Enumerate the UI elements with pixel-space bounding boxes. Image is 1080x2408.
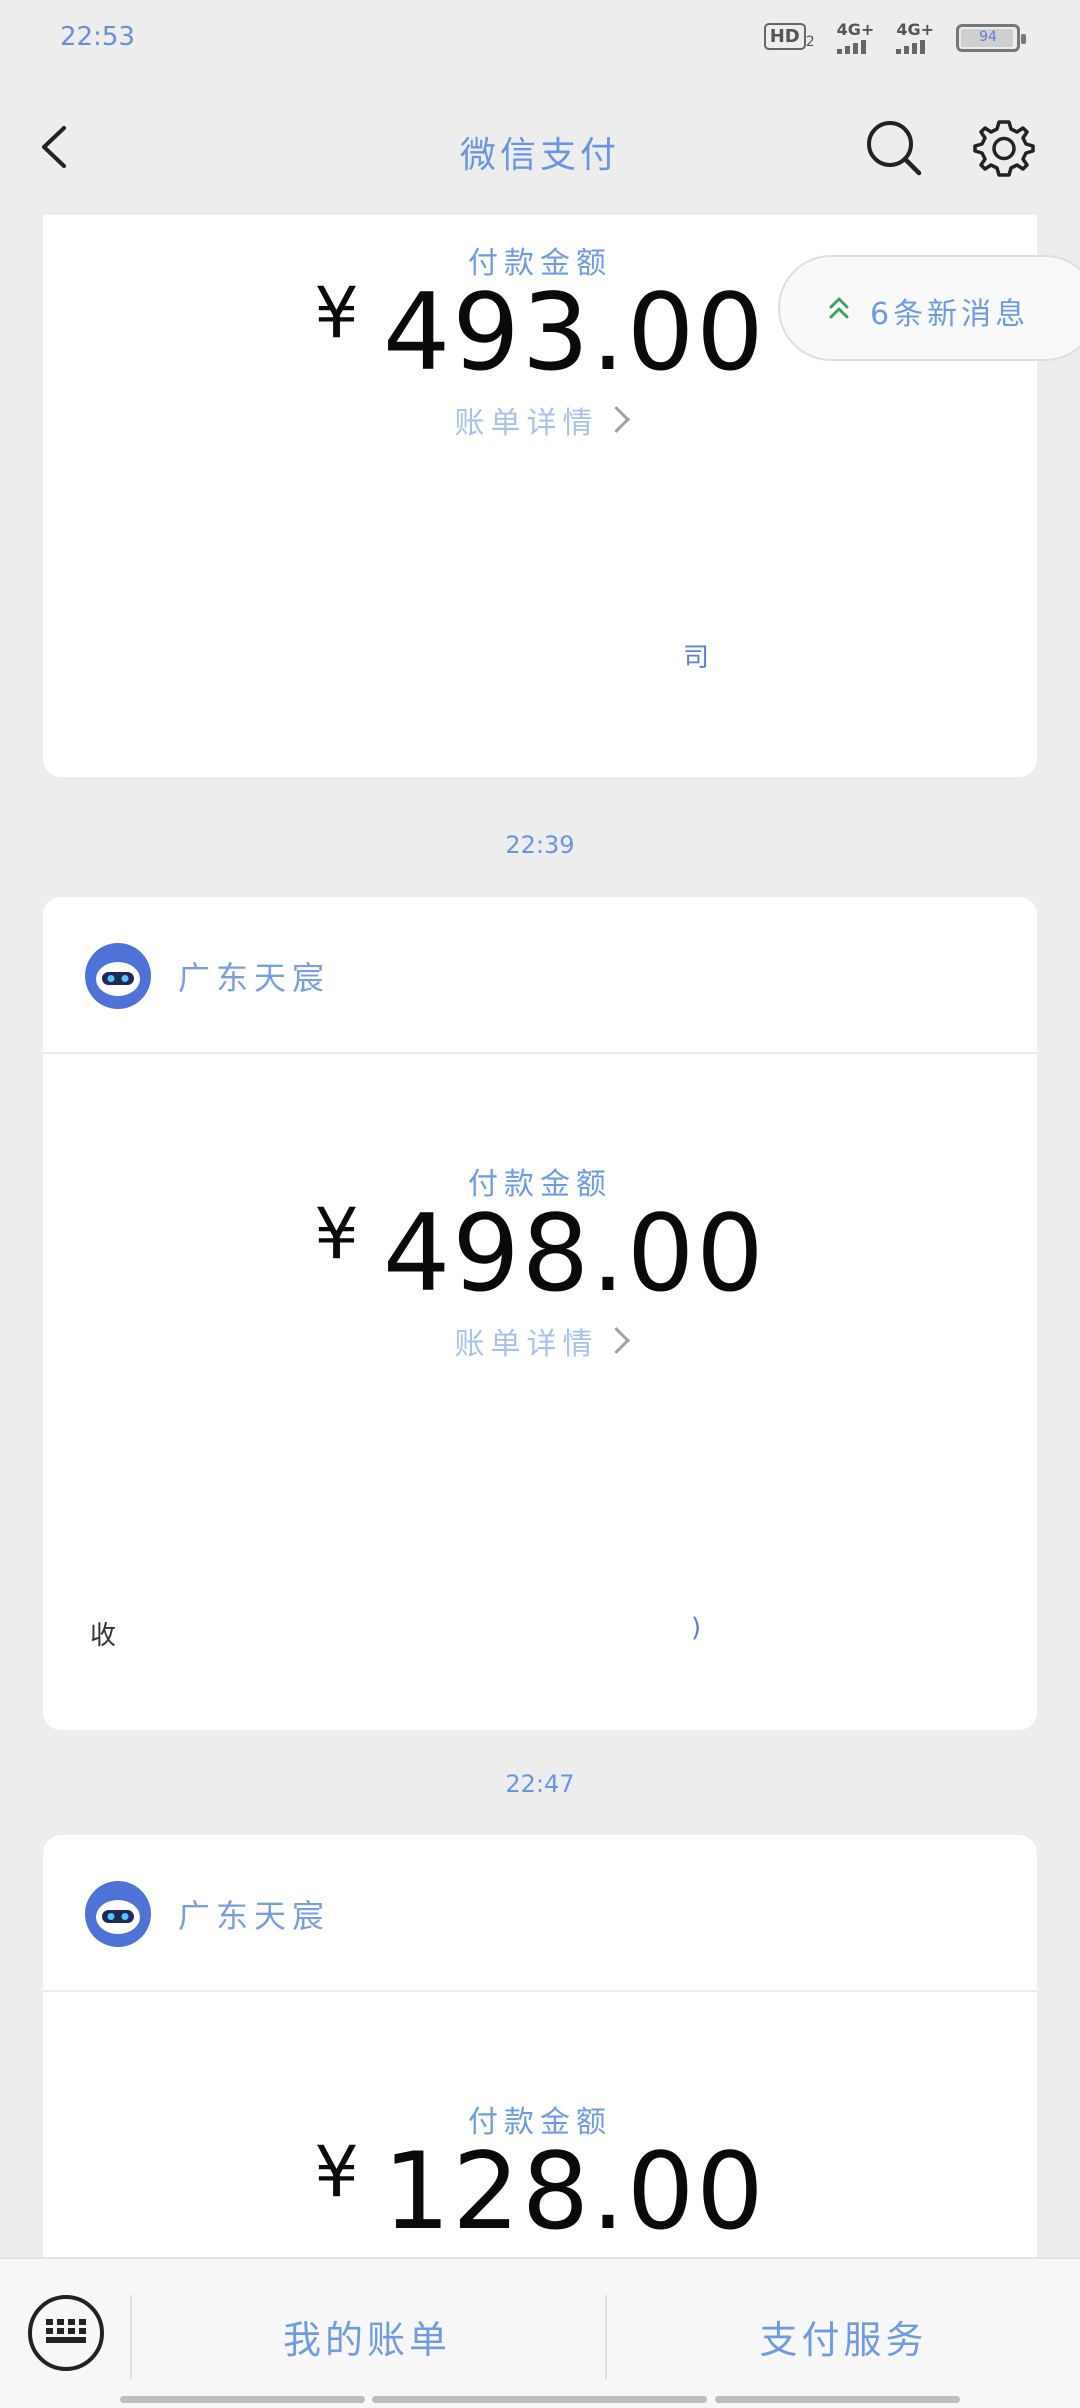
battery-level: 94: [979, 29, 997, 45]
payment-amount: ¥498.00: [43, 1192, 1037, 1315]
gesture-handle: [372, 2396, 707, 2403]
chevron-right-icon: [602, 406, 630, 433]
timestamp: 22:39: [505, 831, 575, 859]
settings-button[interactable]: [972, 116, 1036, 180]
timestamp: 22:47: [505, 1770, 575, 1798]
gear-icon: [973, 120, 1035, 177]
merchant-name: 广东天宸: [178, 959, 331, 997]
chevron-right-icon: [602, 1327, 630, 1354]
signal-icon-1: 4G+: [836, 20, 875, 54]
payment-amount: ¥128.00: [43, 2130, 1037, 2253]
redacted-region: [43, 515, 713, 675]
redacted-region: [53, 1477, 733, 1677]
bill-detail-link[interactable]: 账单详情: [43, 1319, 1037, 1363]
tab-payment-services[interactable]: 支付服务: [607, 2309, 1080, 2364]
payee-fragment: 收: [90, 1621, 117, 1651]
nav-bar: 微信支付: [0, 80, 1080, 215]
message-list[interactable]: 付款金额 ¥493.00 账单详情 司 6条新消息 22:39 广东天宸 付款金…: [0, 215, 1080, 2257]
bill-detail-label: 账单详情: [454, 1327, 599, 1362]
robot-avatar-icon: [85, 943, 151, 1009]
search-button[interactable]: [864, 118, 924, 178]
tab-my-bills[interactable]: 我的账单: [132, 2309, 602, 2364]
currency-symbol: ¥: [314, 1193, 361, 1275]
robot-avatar-icon: [85, 1881, 151, 1947]
keyboard-toggle-button[interactable]: [28, 2295, 104, 2371]
amount-value: 498.00: [382, 1192, 766, 1315]
card-header: 广东天宸: [43, 897, 1037, 1054]
hd-icon: HD: [763, 22, 806, 50]
payee-fragment: 司: [683, 643, 710, 673]
bill-detail-label: 账单详情: [454, 406, 599, 441]
gesture-handle: [715, 2396, 960, 2403]
keyboard-icon: [46, 2319, 86, 2345]
hd-sub: 2: [805, 34, 815, 51]
hd-badge: HD 2: [763, 22, 815, 51]
signal-icon-2: 4G+: [896, 22, 934, 54]
bill-detail-link[interactable]: 账单详情: [43, 398, 1037, 442]
new-messages-button[interactable]: 6条新消息: [778, 255, 1080, 361]
new-messages-label: 6条新消息: [870, 297, 1030, 332]
currency-symbol: ¥: [314, 272, 361, 354]
status-bar: 22:53 HD 2 4G+ 4G+ 94: [0, 0, 1080, 80]
status-time: 22:53: [60, 22, 135, 52]
payment-card-2[interactable]: 广东天宸 付款金额 ¥498.00 账单详情 收 ): [43, 897, 1037, 1730]
signal-label-1: 4G+: [836, 20, 875, 39]
gesture-handle: [120, 2396, 365, 2403]
status-icons: HD 2 4G+ 4G+ 94: [763, 20, 1026, 54]
signal-label-2: 4G+: [896, 20, 934, 39]
search-icon: [867, 121, 922, 176]
amount-value: 493.00: [382, 271, 766, 394]
bottom-menu-bar: 我的账单 支付服务: [0, 2257, 1080, 2408]
payee-fragment: ): [691, 1613, 702, 1643]
merchant-name: 广东天宸: [178, 1897, 331, 1935]
payment-card-3[interactable]: 广东天宸 付款金额 ¥128.00: [43, 1835, 1037, 2257]
card-header: 广东天宸: [43, 1835, 1037, 1992]
double-chevron-up-icon: [829, 297, 849, 319]
currency-symbol: ¥: [314, 2131, 361, 2213]
amount-value: 128.00: [382, 2130, 766, 2253]
battery-icon: 94: [956, 24, 1026, 52]
